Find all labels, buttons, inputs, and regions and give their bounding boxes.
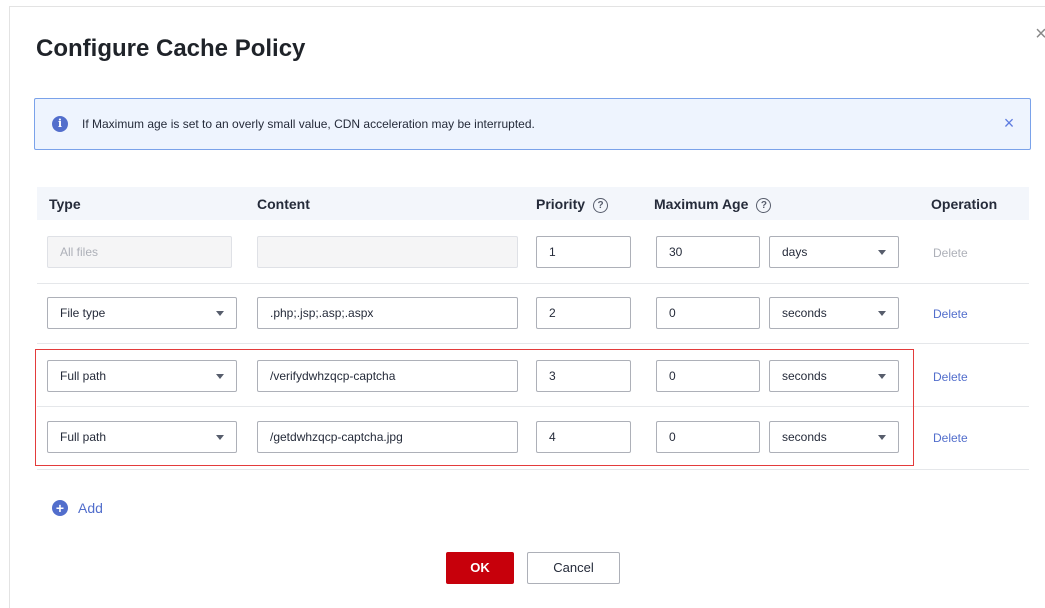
column-header-type: Type — [49, 196, 81, 212]
close-icon[interactable]: × — [1000, 113, 1018, 133]
alert-text: If Maximum age is set to an overly small… — [82, 117, 535, 131]
column-header-priority: Priority? — [536, 196, 609, 213]
cancel-button[interactable]: Cancel — [527, 552, 620, 584]
column-header-operation: Operation — [931, 196, 998, 212]
age-unit-select[interactable]: days — [769, 236, 899, 268]
ok-button[interactable]: OK — [446, 552, 514, 584]
row-divider — [37, 469, 1029, 470]
priority-label: Priority — [536, 196, 586, 212]
delete-link[interactable]: Delete — [933, 431, 968, 445]
type-select: All files — [47, 236, 232, 268]
close-icon[interactable]: × — [1032, 24, 1045, 44]
info-icon: i — [52, 116, 68, 132]
warning-alert: i If Maximum age is set to an overly sma… — [34, 98, 1031, 150]
row-divider — [37, 283, 1029, 284]
selected-type: File type — [60, 306, 106, 320]
priority-input[interactable]: 1 — [536, 236, 631, 268]
dialog-title: Configure Cache Policy — [36, 35, 306, 62]
table-header: Type Content Priority? Maximum Age? Oper… — [37, 187, 1029, 220]
priority-input[interactable]: 2 — [536, 297, 631, 329]
help-icon[interactable]: ? — [593, 198, 609, 213]
type-select[interactable]: File type — [47, 297, 237, 329]
delete-link[interactable]: Delete — [933, 307, 968, 321]
age-unit-select[interactable]: seconds — [769, 297, 899, 329]
max-age-input[interactable]: 0 — [656, 297, 760, 329]
content-input[interactable]: .php;.jsp;.asp;.aspx — [257, 297, 518, 329]
chevron-down-icon — [878, 250, 886, 255]
add-button[interactable]: + Add — [52, 500, 103, 516]
delete-link[interactable]: Delete — [933, 370, 968, 384]
column-header-content: Content — [257, 196, 310, 212]
column-header-max-age: Maximum Age? — [654, 196, 772, 213]
delete-link: Delete — [933, 246, 968, 260]
max-age-label: Maximum Age — [654, 196, 749, 212]
chevron-down-icon — [878, 311, 886, 316]
highlight-box — [35, 349, 914, 466]
content-input — [257, 236, 518, 268]
chevron-down-icon — [216, 311, 224, 316]
plus-circle-icon: + — [52, 500, 68, 516]
selected-unit: seconds — [782, 306, 827, 320]
help-icon[interactable]: ? — [756, 198, 772, 213]
row-divider — [37, 343, 1029, 344]
max-age-input[interactable]: 30 — [656, 236, 760, 268]
selected-unit: days — [782, 245, 808, 259]
add-label: Add — [78, 500, 103, 516]
